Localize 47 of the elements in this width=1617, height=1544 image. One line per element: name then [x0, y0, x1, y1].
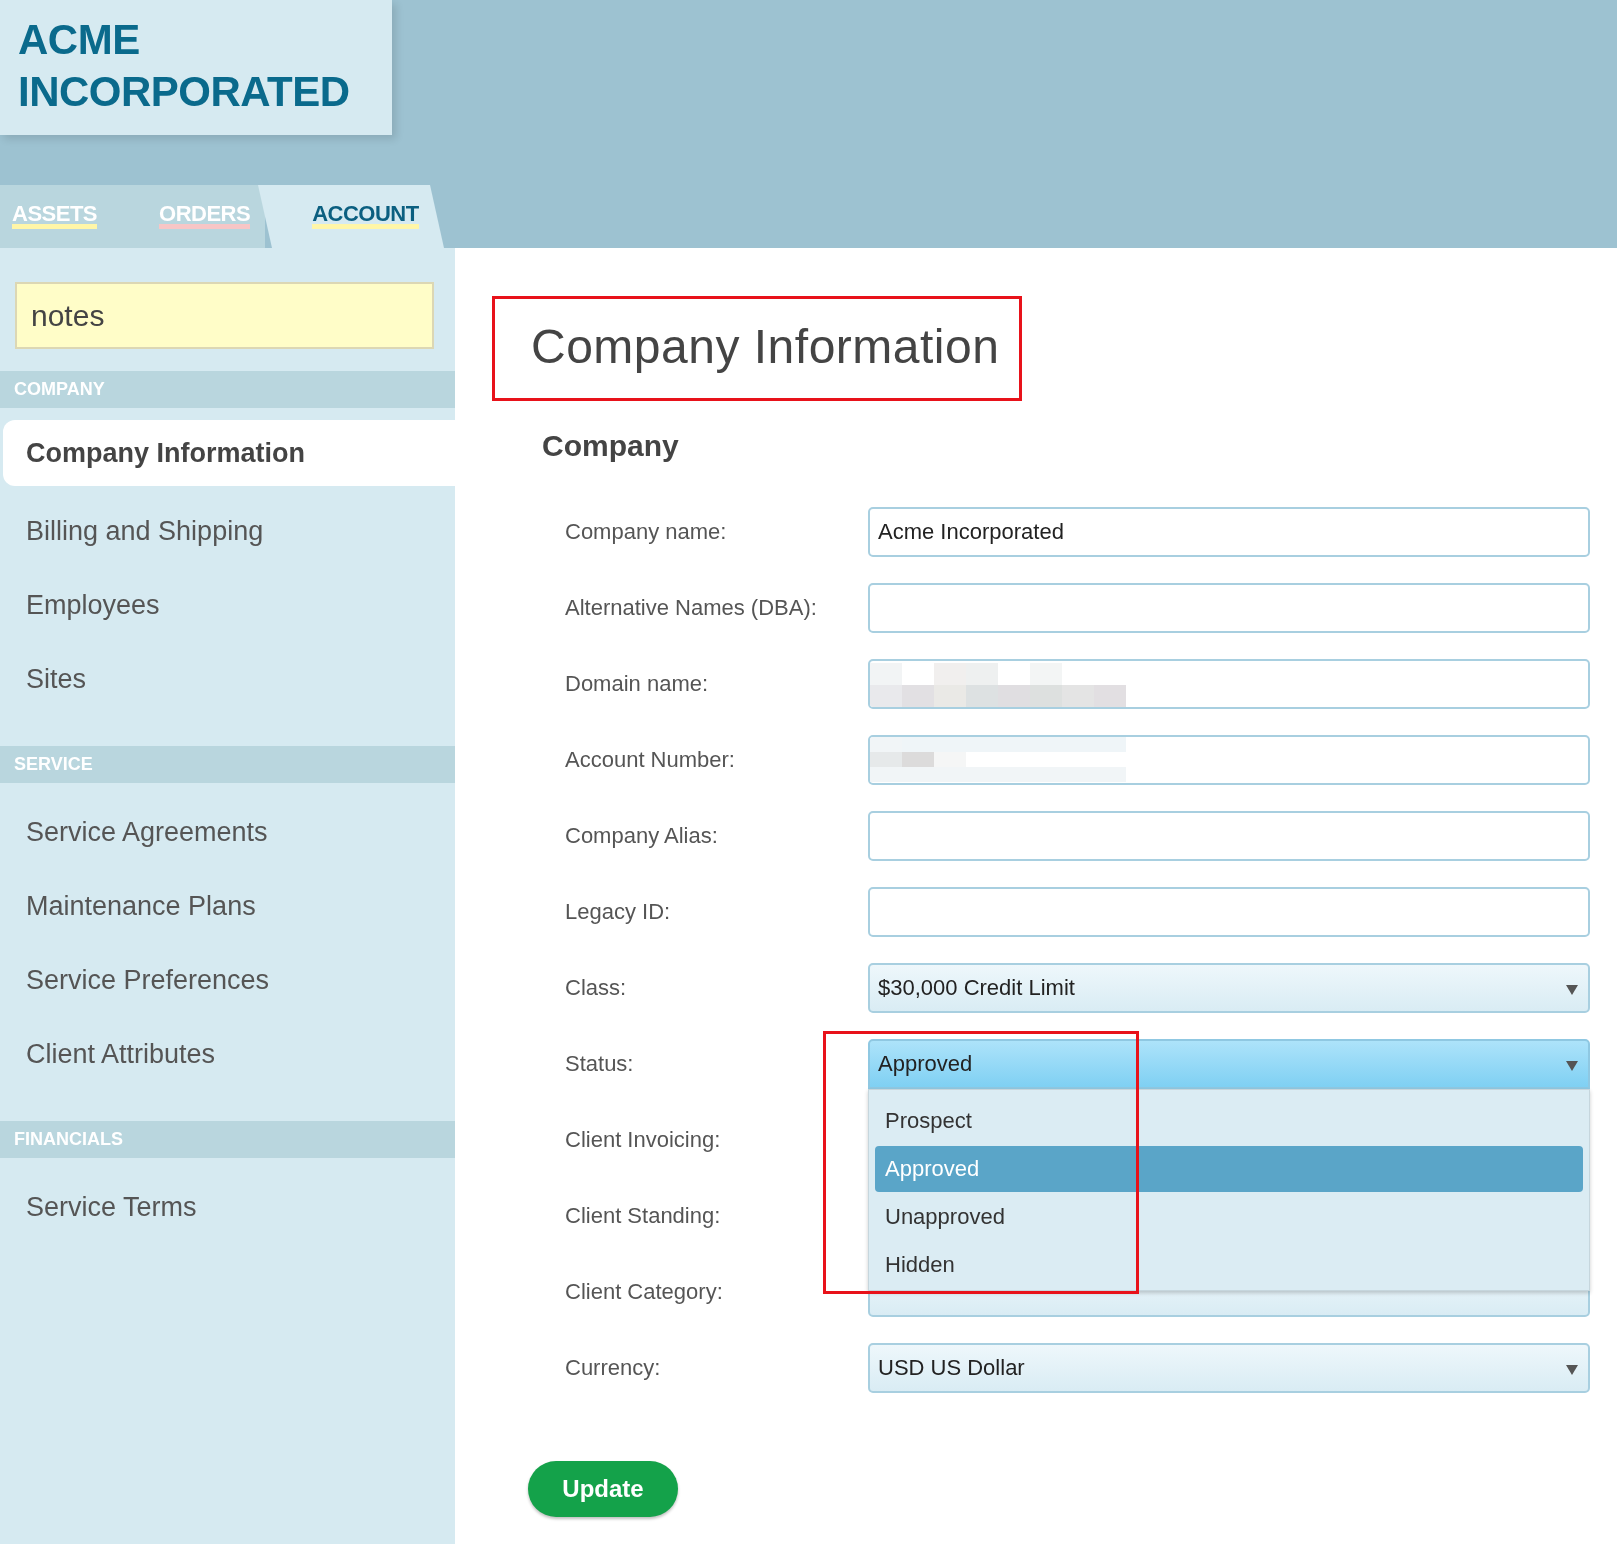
notes-field[interactable]: notes [15, 282, 434, 349]
section-header: COMPANY [0, 371, 455, 408]
field-label: Account Number: [564, 747, 736, 773]
text-field[interactable] [868, 811, 1590, 861]
field-label: Client Standing: [564, 1203, 722, 1229]
sidebar-item[interactable]: Client Attributes [0, 1017, 455, 1091]
sidebar-item[interactable]: Company Information [3, 420, 455, 486]
logo-text: ACME [18, 15, 141, 65]
text-field[interactable] [868, 583, 1590, 633]
field-label: Alternative Names (DBA): [564, 595, 818, 621]
text-field[interactable]: Acme Incorporated [868, 507, 1590, 557]
sidebar-item[interactable]: Service Agreements [0, 795, 455, 869]
sidebar-item[interactable]: Maintenance Plans [0, 869, 455, 943]
dropdown-field[interactable]: USD US Dollar [868, 1343, 1590, 1393]
field-value: Acme Incorporated [878, 519, 1064, 545]
sidebar-item[interactable]: Employees [0, 568, 455, 642]
field-label: Class: [564, 975, 628, 1001]
sidebar-item[interactable]: Service Terms [0, 1170, 455, 1244]
field-label: Client Category: [564, 1279, 724, 1305]
field-label: Company Alias: [564, 823, 719, 849]
sidebar-item[interactable]: Service Preferences [0, 943, 455, 1017]
section-header: FINANCIALS [0, 1121, 455, 1158]
field-label: Client Invoicing: [564, 1127, 722, 1153]
sidebar-item[interactable]: Sites [0, 642, 455, 716]
text-field[interactable] [868, 887, 1590, 937]
dropdown-field[interactable]: $30,000 Credit Limit [868, 963, 1590, 1013]
field-label: Status: [564, 1051, 635, 1077]
field-label: Currency: [564, 1355, 662, 1381]
nav-tab[interactable]: ACCOUNT [312, 203, 419, 229]
dropdown-field[interactable]: Approved [868, 1039, 1590, 1089]
page-title: Company Information [492, 296, 1023, 401]
field-label: Domain name: [564, 671, 710, 697]
text-field[interactable] [868, 735, 1590, 785]
dropdown-option[interactable]: Prospect [875, 1098, 1583, 1144]
section-title: Company [542, 429, 680, 463]
caret-icon [1566, 1365, 1578, 1375]
dropdown-option[interactable]: Unapproved [875, 1194, 1583, 1240]
dropdown-option[interactable]: Hidden [875, 1242, 1583, 1288]
field-label: Company name: [564, 519, 728, 545]
logo-text: INCORPORATED [18, 67, 351, 117]
update-button[interactable]: Update [528, 1461, 678, 1517]
field-label: Legacy ID: [564, 899, 672, 925]
caret-icon [1566, 1061, 1578, 1071]
caret-icon [1566, 985, 1578, 995]
sidebar-item[interactable]: Billing and Shipping [0, 494, 455, 568]
text-field[interactable] [868, 659, 1590, 709]
section-header: SERVICE [0, 746, 455, 783]
